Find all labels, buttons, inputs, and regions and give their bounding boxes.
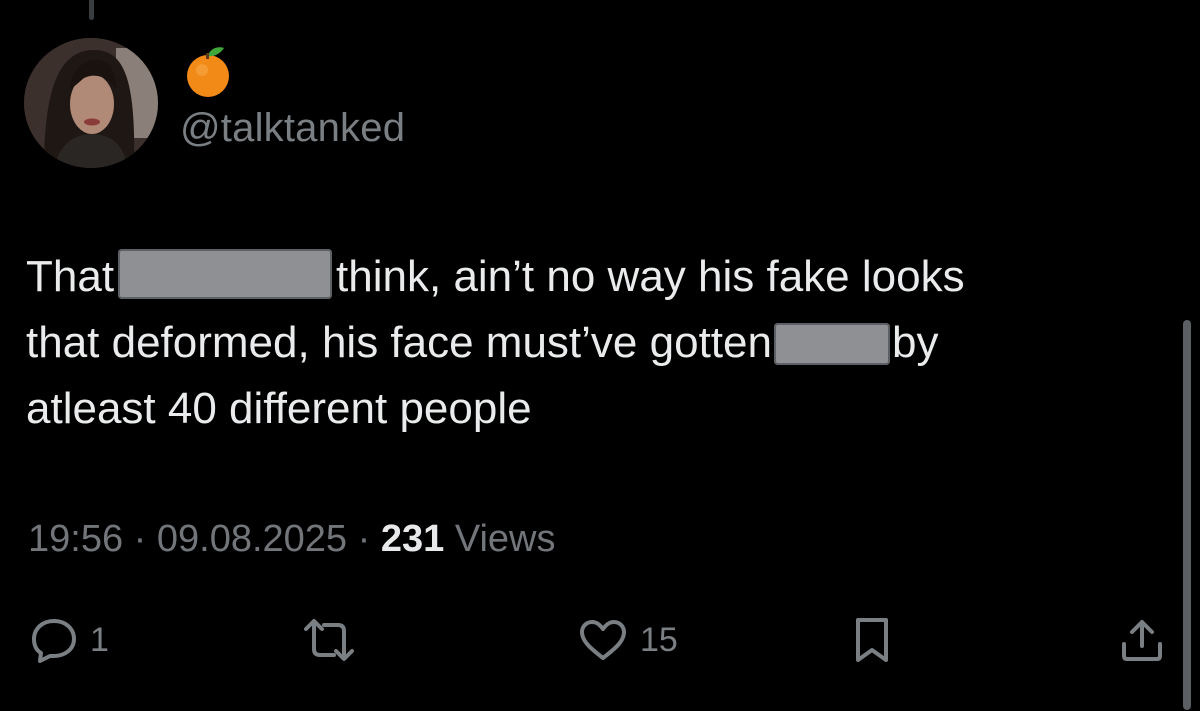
avatar[interactable] bbox=[24, 38, 158, 168]
like-icon bbox=[580, 620, 626, 660]
redaction-box bbox=[118, 249, 333, 299]
meta-separator: · bbox=[133, 518, 147, 560]
meta-separator: · bbox=[357, 518, 371, 560]
tweet-date[interactable]: 09.08.2025 bbox=[157, 518, 347, 560]
tweet-text: That think, ain’t no way his fake looks t… bbox=[26, 244, 1156, 442]
tangerine-icon bbox=[184, 44, 232, 100]
reply-icon bbox=[32, 619, 76, 663]
avatar-image bbox=[24, 38, 158, 168]
bookmark-button[interactable] bbox=[852, 605, 892, 675]
redaction-box bbox=[773, 323, 890, 365]
like-button[interactable]: 15 bbox=[578, 605, 678, 675]
tweet-time[interactable]: 19:56 bbox=[28, 518, 123, 560]
retweet-icon bbox=[304, 619, 354, 661]
tweet-text-line1-start: That bbox=[26, 252, 115, 301]
views-count: 231 bbox=[380, 518, 445, 560]
views-label: Views bbox=[454, 518, 556, 560]
action-bar: 1 15 bbox=[0, 605, 1200, 675]
thread-connector-line bbox=[89, 0, 94, 20]
tweet-text-line2-end: by bbox=[891, 318, 939, 367]
tweet-text-line2-start: that deformed, his face must’ve gotten bbox=[26, 318, 772, 367]
retweet-button[interactable] bbox=[300, 605, 358, 675]
like-count: 15 bbox=[640, 620, 678, 659]
tweet-text-line1-end: think, ain’t no way his fake looks bbox=[336, 252, 965, 301]
bookmark-icon bbox=[856, 618, 888, 662]
reply-button[interactable]: 1 bbox=[30, 605, 109, 675]
share-icon bbox=[1122, 620, 1162, 661]
share-button[interactable] bbox=[1118, 605, 1166, 675]
tweet-metadata: 19:56 · 09.08.2025 · 231 Views bbox=[28, 518, 556, 561]
scrollbar[interactable] bbox=[1183, 320, 1191, 710]
user-handle[interactable]: @talktanked bbox=[180, 106, 405, 151]
tweet-text-line3: atleast 40 different people bbox=[26, 384, 532, 433]
reply-count: 1 bbox=[90, 620, 109, 659]
